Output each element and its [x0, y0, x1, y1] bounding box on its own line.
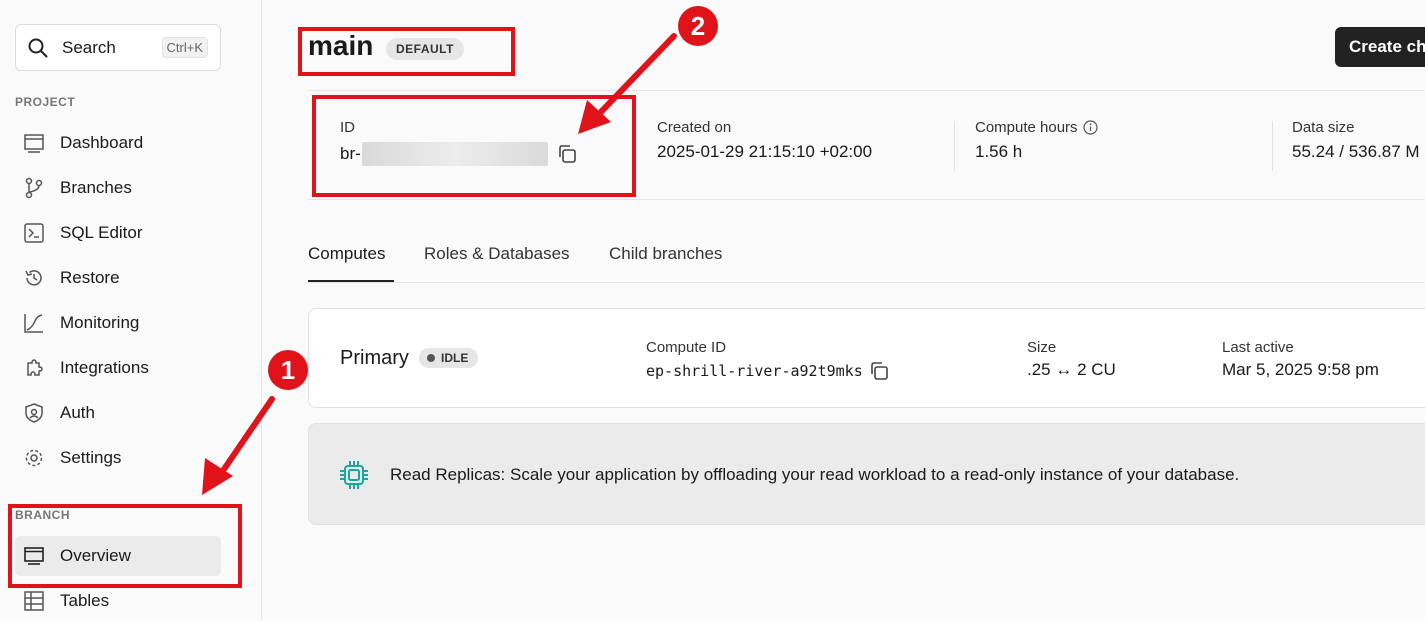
search-shortcut: Ctrl+K: [161, 37, 208, 58]
sidebar-item-label: Auth: [60, 403, 95, 422]
branch-icon: [23, 177, 45, 199]
sidebar-item-dashboard[interactable]: Dashboard: [15, 123, 221, 163]
table-icon: [23, 590, 45, 612]
sidebar-item-integrations[interactable]: Integrations: [15, 348, 221, 388]
sidebar-item-label: Monitoring: [60, 313, 140, 332]
data-size-value: 55.24 / 536.87 M: [1292, 142, 1420, 161]
page-title: main: [308, 30, 374, 61]
branch-info-strip: ID br- Created on 2025-01-29 21:15:10 +0…: [308, 90, 1425, 200]
divider: [1272, 121, 1273, 171]
shield-icon: [23, 402, 45, 424]
sidebar-item-auth[interactable]: Auth: [15, 393, 221, 433]
branch-id-prefix: br-: [340, 144, 361, 163]
tab-child-branches[interactable]: Child branches: [609, 244, 722, 264]
read-replicas-text: Read Replicas: Scale your application by…: [390, 465, 1240, 484]
compute-name: Primary: [340, 347, 409, 369]
tab-bar: Computes Roles & Databases Child branche…: [308, 232, 1425, 283]
sidebar-item-sql-editor[interactable]: SQL Editor: [15, 213, 221, 253]
compute-hours-field: Compute hours 1.56 h: [975, 119, 1098, 162]
active-tab-indicator: [308, 280, 394, 282]
branch-id-field: ID br-: [340, 119, 578, 166]
sidebar-item-monitoring[interactable]: Monitoring: [15, 303, 221, 343]
monitor-icon: [23, 545, 45, 567]
search-label: Search: [62, 37, 116, 57]
compute-size-field: Size .25 ↔ 2 CU: [1027, 339, 1116, 380]
compute-id-label: Compute ID: [646, 339, 727, 356]
compute-size-value: .25 ↔ 2 CU: [1027, 360, 1116, 379]
sidebar-item-branches[interactable]: Branches: [15, 168, 221, 208]
compute-id-field: Compute ID ep-shrill-river-a92t9mks: [646, 339, 890, 382]
data-size-field: Data size 55.24 / 536.87 M: [1292, 119, 1420, 162]
sidebar-item-label: Integrations: [60, 358, 149, 377]
copy-icon[interactable]: [868, 360, 890, 382]
status-badge: IDLE: [419, 348, 479, 368]
create-child-branch-button[interactable]: Create ch: [1335, 27, 1425, 67]
compute-hours-label: Compute hours: [975, 119, 1078, 136]
default-badge: DEFAULT: [386, 38, 464, 60]
puzzle-icon: [23, 357, 45, 379]
chart-icon: [23, 312, 45, 334]
sidebar-item-label: Tables: [60, 591, 110, 610]
sidebar-item-restore[interactable]: Restore: [15, 258, 221, 298]
terminal-icon: [23, 222, 45, 244]
divider: [954, 121, 955, 171]
search-icon: [28, 38, 48, 57]
compute-id-value: ep-shrill-river-a92t9mks: [646, 362, 863, 380]
step-marker-2: 2: [678, 6, 718, 46]
read-replicas-banner: Read Replicas: Scale your application by…: [308, 423, 1425, 525]
sidebar-item-settings[interactable]: Settings: [15, 438, 221, 478]
sidebar-item-label: Settings: [60, 448, 122, 467]
chip-icon: [340, 461, 368, 489]
created-on-label: Created on: [657, 119, 732, 136]
tab-computes[interactable]: Computes: [308, 244, 385, 264]
compute-size-label: Size: [1027, 339, 1057, 356]
status-text: IDLE: [441, 351, 469, 365]
sidebar-item-label: SQL Editor: [60, 223, 143, 242]
sidebar-item-label: Restore: [60, 268, 120, 287]
status-dot-icon: [427, 354, 435, 362]
sidebar-item-label: Overview: [60, 546, 131, 565]
created-on-value: 2025-01-29 21:15:10 +02:00: [657, 142, 873, 161]
search-button[interactable]: Search Ctrl+K: [15, 24, 221, 71]
tab-roles-databases[interactable]: Roles & Databases: [424, 244, 570, 264]
project-section-label: PROJECT: [15, 95, 76, 109]
main-content: main DEFAULT Create ch ID br- Created on…: [262, 0, 1425, 621]
sidebar: Search Ctrl+K PROJECT Dashboard Branches…: [0, 0, 262, 621]
copy-icon[interactable]: [556, 143, 578, 165]
sidebar-item-tables[interactable]: Tables: [15, 581, 221, 621]
gear-icon: [23, 447, 45, 469]
step-marker-1: 1: [268, 350, 308, 390]
last-active-field: Last active Mar 5, 2025 9:58 pm: [1222, 339, 1379, 380]
sidebar-item-label: Branches: [60, 178, 132, 197]
last-active-label: Last active: [1222, 339, 1294, 356]
branch-id-label: ID: [340, 119, 355, 136]
dashboard-icon: [23, 132, 45, 154]
branch-section-label: BRANCH: [15, 508, 70, 522]
sidebar-item-overview[interactable]: Overview: [15, 536, 221, 576]
branch-id-redacted: [361, 142, 548, 166]
info-icon[interactable]: [1082, 120, 1098, 135]
last-active-value: Mar 5, 2025 9:58 pm: [1222, 360, 1379, 379]
compute-card-primary[interactable]: Primary IDLE Compute ID ep-shrill-river-…: [308, 308, 1425, 408]
data-size-label: Data size: [1292, 119, 1355, 136]
created-on-field: Created on 2025-01-29 21:15:10 +02:00: [657, 119, 872, 162]
history-icon: [23, 267, 45, 289]
sidebar-item-label: Dashboard: [60, 133, 144, 152]
compute-hours-value: 1.56 h: [975, 142, 1023, 161]
